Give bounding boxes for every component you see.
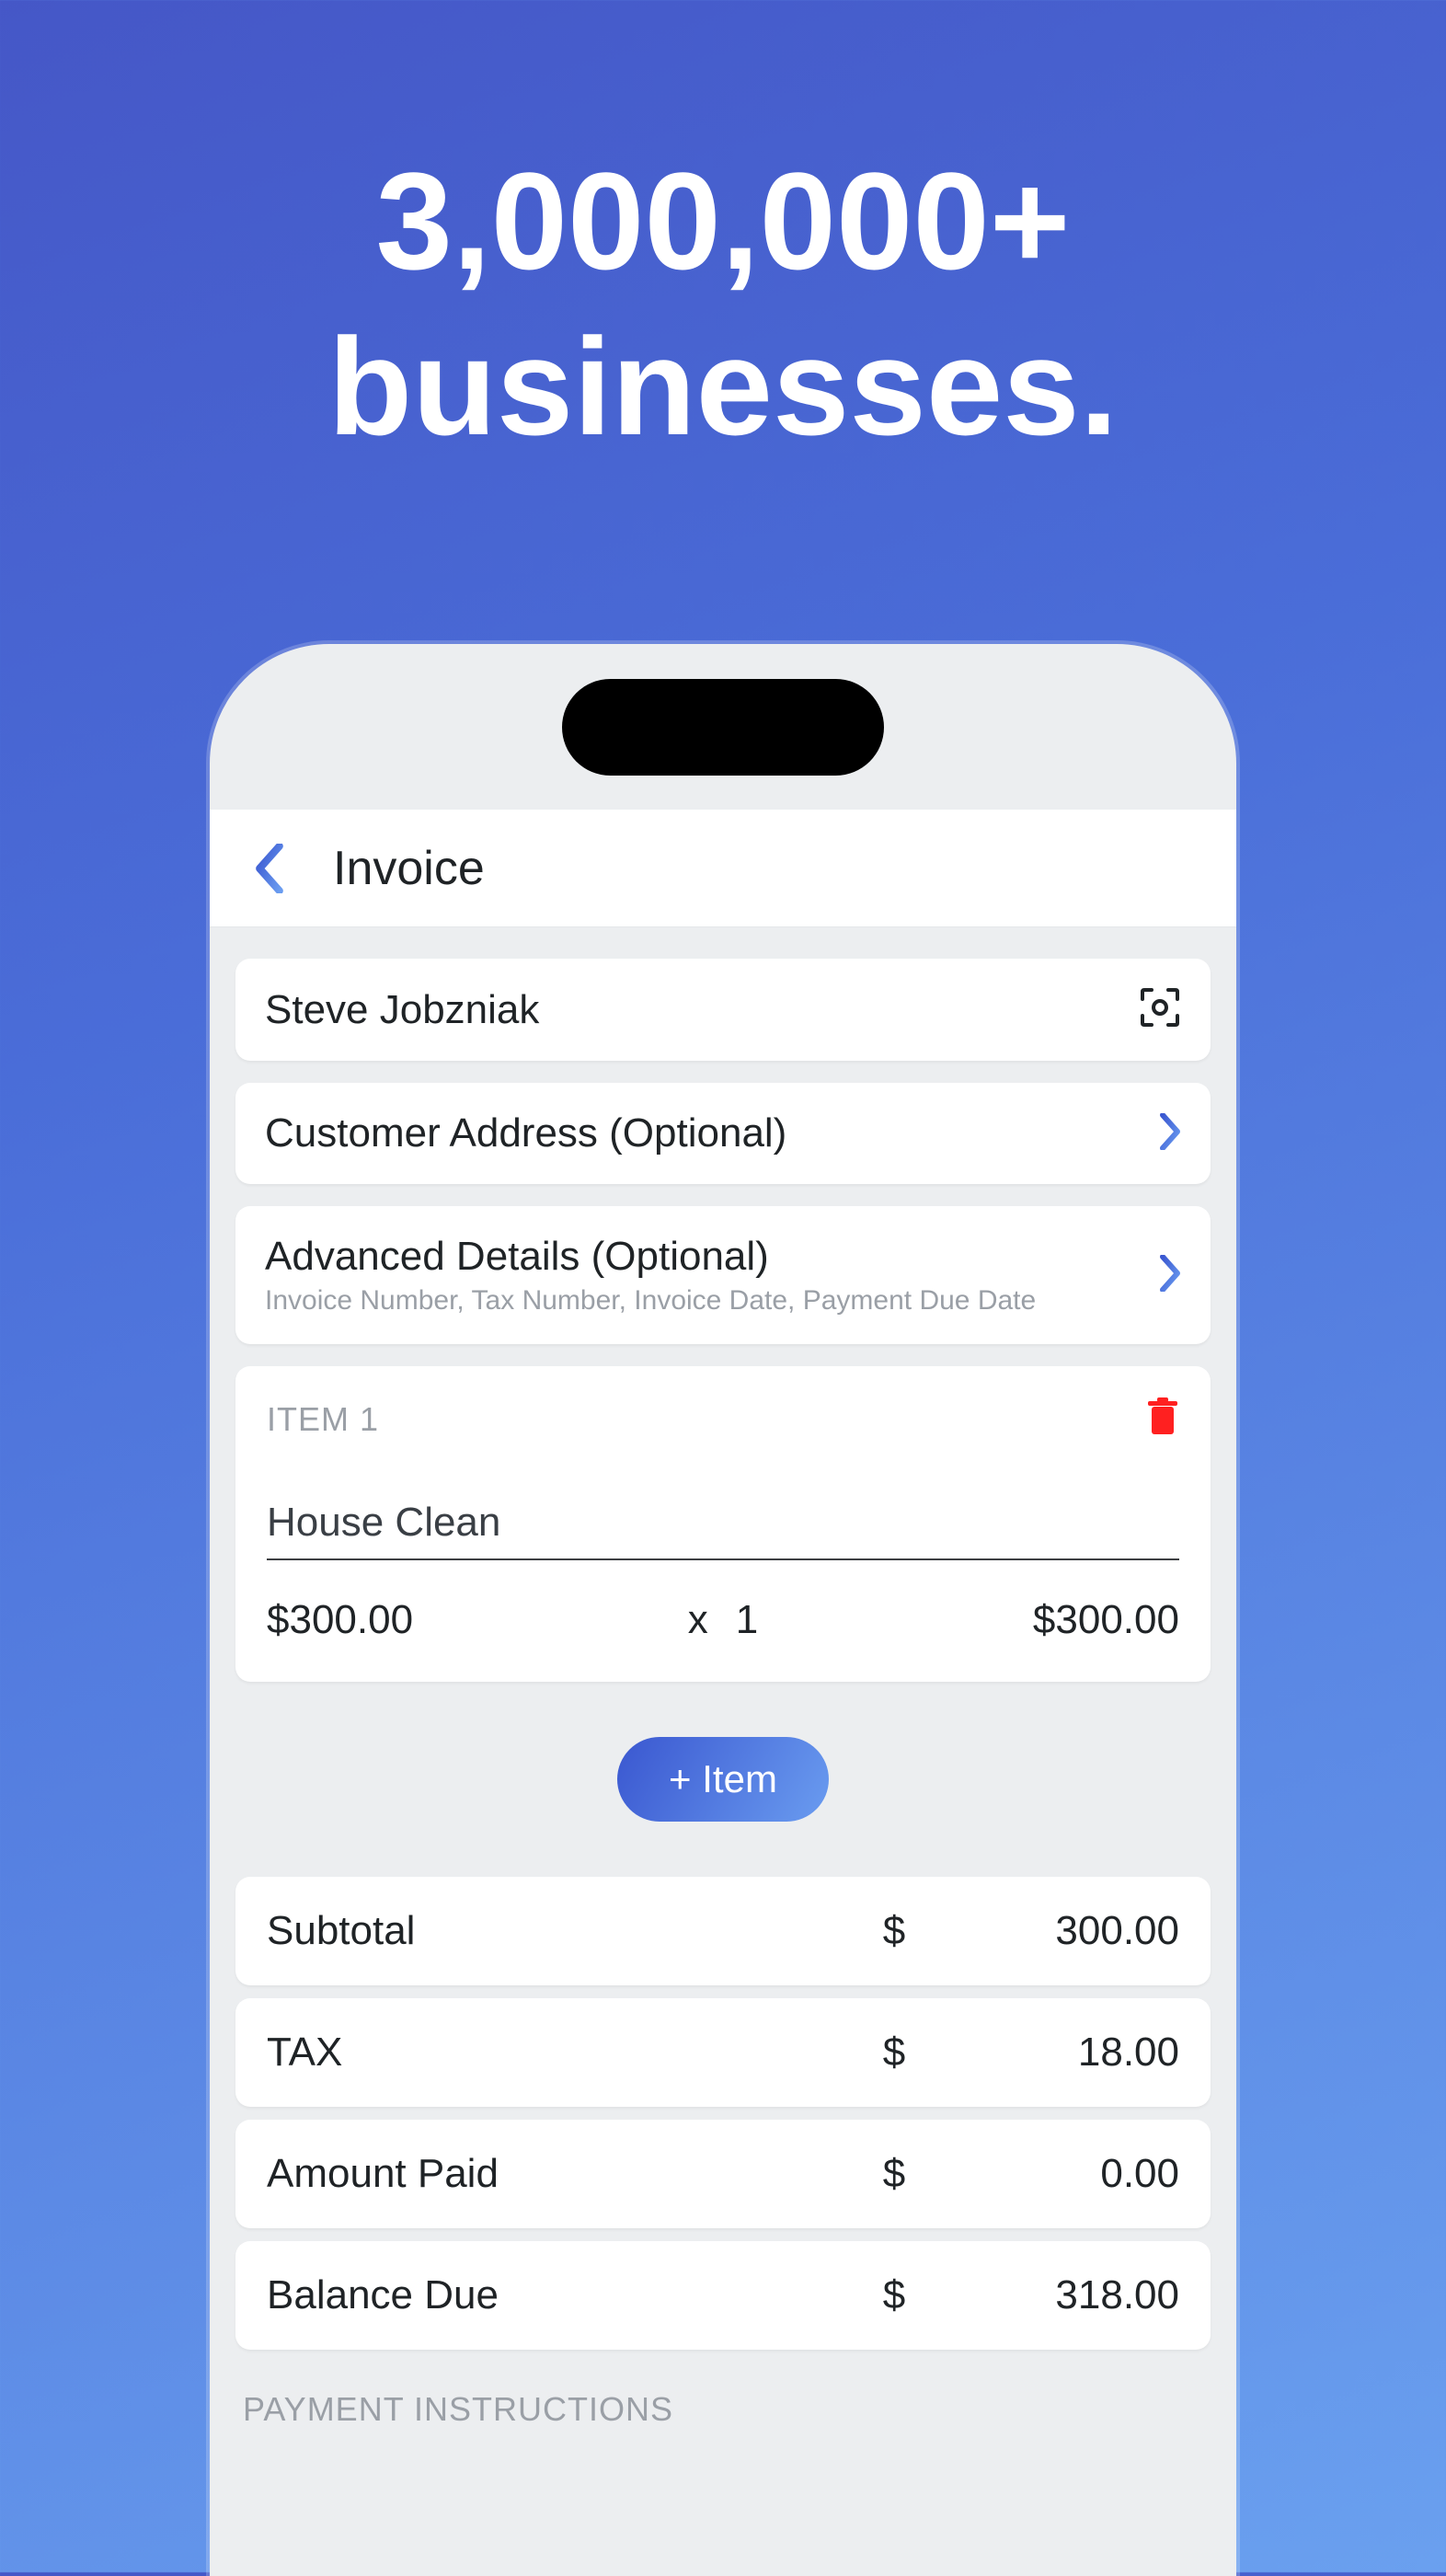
delete-item-button[interactable] — [1146, 1397, 1179, 1441]
advanced-details-label: Advanced Details (Optional) — [265, 1234, 1036, 1280]
currency-symbol: $ — [866, 2030, 922, 2076]
subtotal-label: Subtotal — [267, 1908, 866, 1954]
subtotal-row: Subtotal $ 300.00 — [235, 1877, 1211, 1985]
tax-row[interactable]: TAX $ 18.00 — [235, 1998, 1211, 2107]
advanced-details-sub: Invoice Number, Tax Number, Invoice Date… — [265, 1285, 1036, 1317]
item-header-label: ITEM 1 — [267, 1400, 379, 1439]
chevron-left-icon — [254, 844, 285, 893]
payment-instructions-header: PAYMENT INSTRUCTIONS — [243, 2390, 1203, 2429]
currency-symbol: $ — [866, 2151, 922, 2197]
currency-symbol: $ — [866, 2272, 922, 2318]
amount-paid-value: 0.00 — [922, 2151, 1179, 2197]
subtotal-value: 300.00 — [922, 1908, 1179, 1954]
customer-name-row[interactable]: Steve Jobzniak — [235, 959, 1211, 1061]
phone-notch — [562, 679, 884, 776]
content-area: Steve Jobzniak Customer Address (Optiona… — [210, 927, 1236, 2576]
scan-icon — [1139, 986, 1181, 1029]
balance-due-label: Balance Due — [267, 2272, 866, 2318]
chevron-right-icon — [1159, 1255, 1181, 1296]
scan-button[interactable] — [1139, 986, 1181, 1033]
balance-due-value: 318.00 — [922, 2272, 1179, 2318]
tax-label: TAX — [267, 2030, 866, 2076]
item-name-input[interactable]: House Clean — [267, 1500, 1179, 1560]
hero-line-1: 3,000,000+ — [0, 138, 1446, 304]
amount-paid-label: Amount Paid — [267, 2151, 866, 2197]
currency-symbol: $ — [866, 1908, 922, 1954]
line-item-card: ITEM 1 House Clean $300.00 x 1 — [235, 1366, 1211, 1682]
chevron-right-icon — [1159, 1113, 1181, 1155]
item-price[interactable]: $300.00 — [267, 1597, 413, 1643]
advanced-details-row[interactable]: Advanced Details (Optional) Invoice Numb… — [235, 1206, 1211, 1344]
customer-address-row[interactable]: Customer Address (Optional) — [235, 1083, 1211, 1184]
nav-bar: Invoice — [210, 810, 1236, 927]
item-quantity[interactable]: 1 — [736, 1597, 758, 1643]
balance-due-row: Balance Due $ 318.00 — [235, 2241, 1211, 2350]
customer-name: Steve Jobzniak — [265, 987, 539, 1033]
hero-headline: 3,000,000+ businesses. — [0, 138, 1446, 469]
amount-paid-row[interactable]: Amount Paid $ 0.00 — [235, 2120, 1211, 2228]
times-symbol: x — [688, 1597, 708, 1643]
page-title: Invoice — [333, 841, 485, 896]
phone-frame: Invoice Steve Jobzniak Customer Address … — [210, 644, 1236, 2576]
trash-icon — [1146, 1397, 1179, 1436]
back-button[interactable] — [243, 842, 296, 895]
tax-value: 18.00 — [922, 2030, 1179, 2076]
hero-line-2: businesses. — [0, 304, 1446, 469]
item-total: $300.00 — [1033, 1597, 1179, 1643]
customer-address-label: Customer Address (Optional) — [265, 1110, 786, 1156]
add-item-button[interactable]: + Item — [617, 1737, 829, 1822]
